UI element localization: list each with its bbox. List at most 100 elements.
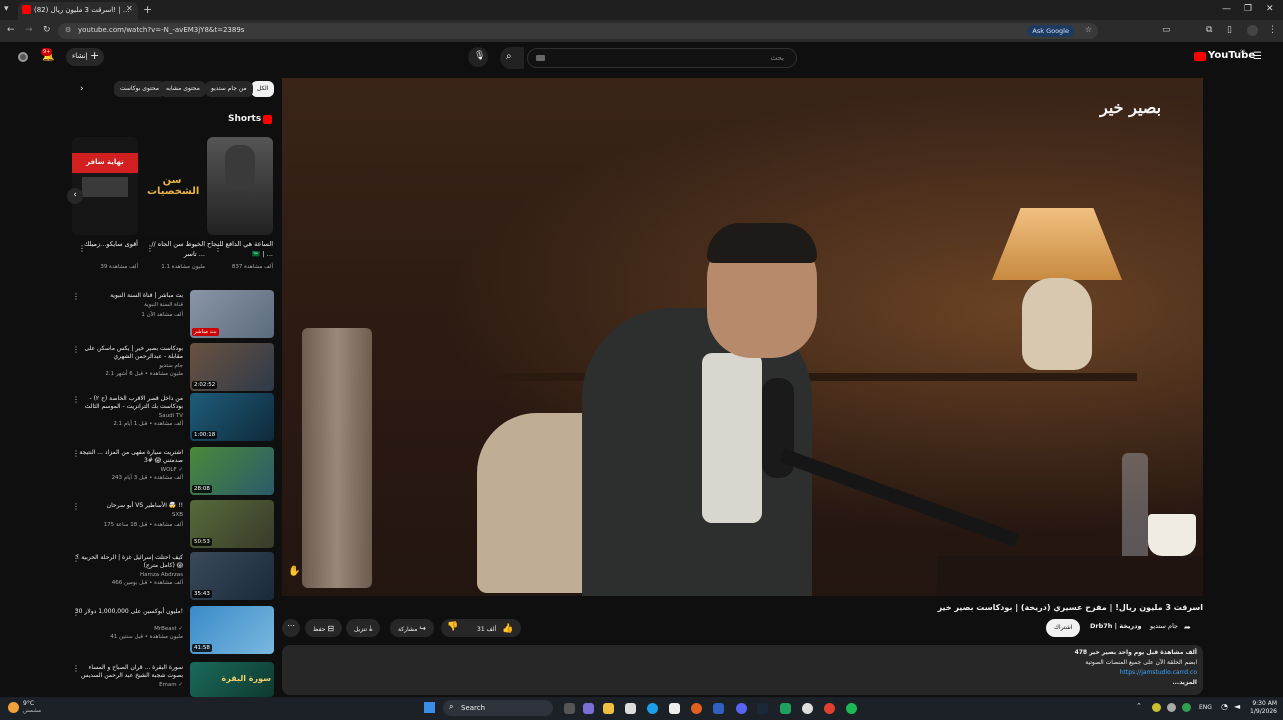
wifi-icon[interactable]: ◔: [1221, 702, 1228, 711]
firefox-icon[interactable]: [691, 703, 702, 714]
download-button[interactable]: تنزيل ⤓: [346, 619, 381, 637]
chip-all[interactable]: الكل: [251, 81, 275, 97]
related-video[interactable]: سورة البقرة سورة البقرة ... قران الصباح …: [72, 662, 277, 697]
defender-icon[interactable]: [713, 703, 724, 714]
video-title[interactable]: سورة البقرة ... قران الصباح و المساء بصو…: [73, 664, 183, 680]
minimize-icon[interactable]: —: [1222, 4, 1231, 14]
related-video[interactable]: 2:02:52 بودكاست بصير خير | يكس ماسكن على…: [72, 343, 277, 395]
video-thumbnail[interactable]: بث مباشر: [190, 290, 274, 338]
channel-avatar[interactable]: ➦: [1184, 623, 1191, 632]
video-menu-icon[interactable]: ⋮: [72, 395, 80, 404]
video-channel[interactable]: WOLF ✓: [73, 467, 183, 473]
video-menu-icon[interactable]: ⋮: [72, 502, 80, 511]
tray-app-icon[interactable]: [1182, 703, 1191, 712]
video-menu-icon[interactable]: ⋮: [72, 449, 80, 458]
video-menu-icon[interactable]: ⋮: [72, 292, 80, 301]
related-video[interactable]: 50:53 أبو سرحان VS الأساطير 🤯 !! SXB 175…: [72, 500, 277, 552]
paint-icon[interactable]: [669, 703, 680, 714]
video-channel[interactable]: قناة السنة النبوية: [73, 302, 183, 308]
video-menu-icon[interactable]: ⋮: [72, 664, 80, 673]
video-title[interactable]: 30 مليون أبوكسين على 1,000,000 دولار!: [73, 608, 183, 616]
short-menu-icon[interactable]: ⋮: [78, 244, 86, 253]
spotify-icon[interactable]: [846, 703, 857, 714]
description-link[interactable]: https://jamstudio.carrd.co: [897, 669, 1197, 676]
weather-icon[interactable]: [8, 702, 19, 713]
more-actions-icon[interactable]: ⋯: [282, 619, 300, 637]
tray-app-icon[interactable]: [1152, 703, 1161, 712]
teams-icon[interactable]: [583, 703, 594, 714]
chip-similar[interactable]: محتوى مشابه: [160, 81, 206, 97]
video-thumbnail[interactable]: سورة البقرة: [190, 662, 274, 697]
channel-name[interactable]: جام ستديو: [1150, 622, 1178, 630]
show-more-link[interactable]: ...المزيد: [897, 679, 1197, 686]
site-info-icon[interactable]: ⚙: [65, 26, 71, 34]
account-avatar[interactable]: [18, 52, 28, 62]
extensions-icon[interactable]: ⧉: [1206, 25, 1212, 35]
video-thumbnail[interactable]: 41:58: [190, 606, 274, 654]
video-thumbnail[interactable]: 2:02:52: [190, 343, 274, 391]
clock-time[interactable]: 9:30 AM: [1247, 700, 1277, 707]
subscribe-button[interactable]: اشتراك: [1046, 619, 1081, 637]
language-indicator[interactable]: ENG: [1199, 704, 1212, 711]
video-menu-icon[interactable]: ⋮: [72, 554, 80, 563]
windows-start-icon[interactable]: [424, 702, 435, 713]
restore-icon[interactable]: ❐: [1244, 4, 1252, 14]
tab-search-icon[interactable]: ▾: [4, 4, 9, 14]
taskbar-search[interactable]: ⌕ Search: [443, 700, 553, 716]
close-window-icon[interactable]: ✕: [1266, 4, 1274, 14]
dislike-icon[interactable]: 👎: [447, 622, 458, 632]
guide-menu-icon[interactable]: ☰: [1253, 51, 1262, 62]
video-title[interactable]: اشتريت سيارة مقهى من المزاد ... النتيجة …: [73, 449, 183, 465]
video-channel[interactable]: MrBeast ✓: [73, 626, 183, 632]
edge-icon[interactable]: [647, 703, 658, 714]
related-video[interactable]: 35:43 كيف احتلت إسرائيل غزة | الرحلة الح…: [72, 552, 277, 604]
chip-podcast[interactable]: محتوى بوكاست: [114, 81, 165, 97]
video-title[interactable]: كيف احتلت إسرائيل غزة | الرحلة الحربية ؟…: [73, 554, 183, 570]
ask-google-button[interactable]: Ask Google: [1027, 25, 1074, 37]
youtube-logo-icon[interactable]: [1194, 52, 1206, 61]
game-app-icon[interactable]: [780, 703, 791, 714]
reload-icon[interactable]: ↻: [43, 25, 51, 35]
back-icon[interactable]: ←: [7, 25, 15, 35]
chip-from-channel[interactable]: من جام ستديو: [205, 81, 253, 97]
url-field[interactable]: ⚙ youtube.com/watch?v=-N_-avEM3jY8&t=238…: [58, 23, 1098, 39]
video-title[interactable]: بث مباشر | قناة السنة النبوية: [73, 292, 183, 300]
video-title[interactable]: أبو سرحان VS الأساطير 🤯 !!: [73, 502, 183, 510]
chrome-icon[interactable]: [824, 703, 835, 714]
related-video[interactable]: 41:58 30 مليون أبوكسين على 1,000,000 دول…: [72, 606, 277, 658]
search-input[interactable]: بحث: [527, 48, 797, 68]
short-card[interactable]: [207, 137, 273, 235]
steam-icon[interactable]: [757, 703, 768, 714]
task-view-icon[interactable]: [564, 703, 575, 714]
sidebar-icon[interactable]: ▯: [1227, 25, 1232, 35]
video-menu-icon[interactable]: ⋮: [72, 345, 80, 354]
forward-icon[interactable]: →: [25, 25, 33, 35]
video-channel[interactable]: SXB: [73, 512, 183, 518]
volume-icon[interactable]: ◄: [1234, 702, 1240, 711]
tray-chevron-icon[interactable]: ⌃: [1136, 702, 1142, 710]
related-video[interactable]: 28:08 اشتريت سيارة مقهى من المزاد ... ال…: [72, 447, 277, 499]
short-card[interactable]: نهاية سافر: [72, 137, 138, 235]
short-menu-icon[interactable]: ⋮: [146, 244, 154, 253]
channel-name-secondary[interactable]: Drb7h | ودريخة: [1090, 622, 1142, 630]
share-button[interactable]: مشاركة ↪: [390, 619, 434, 637]
video-channel[interactable]: Emam ✓: [73, 682, 183, 688]
related-video[interactable]: بث مباشر بث مباشر | قناة السنة النبوية ق…: [72, 290, 277, 342]
onedrive-icon[interactable]: [1167, 703, 1176, 712]
voice-search-button[interactable]: 🎙: [468, 47, 488, 67]
settings-icon[interactable]: [802, 703, 813, 714]
youtube-logo[interactable]: YouTube: [1208, 50, 1255, 61]
video-thumbnail[interactable]: 35:43: [190, 552, 274, 600]
short-card[interactable]: سن الشخصيات: [139, 137, 205, 235]
video-channel[interactable]: Hamza Abdrzas: [73, 572, 183, 578]
description-box[interactable]: 478 ألف مشاهدة قبل يوم واحد بصير خير ابض…: [282, 645, 1203, 695]
video-title[interactable]: بودكاست بصير خير | يكس ماسكن على مقابلة …: [73, 345, 183, 361]
create-button[interactable]: إنشاء +: [66, 48, 104, 66]
video-thumbnail[interactable]: 28:08: [190, 447, 274, 495]
notepad-icon[interactable]: [625, 703, 636, 714]
like-icon[interactable]: 👍: [498, 624, 513, 634]
browser-tab[interactable]: (82) اسرقت 3 مليون ريال! | ...: [18, 2, 138, 20]
video-thumbnail[interactable]: 50:53: [190, 500, 274, 548]
chips-next-icon[interactable]: ›: [80, 84, 84, 94]
video-channel[interactable]: Saudi TV: [73, 413, 183, 419]
